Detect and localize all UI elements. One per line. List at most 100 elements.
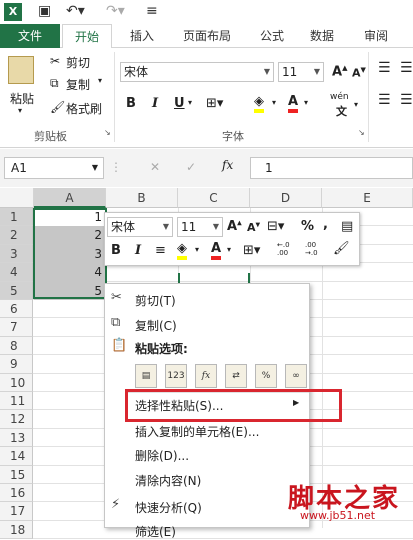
align-left-icon[interactable]: ☰ <box>378 92 391 108</box>
bold-button[interactable]: B <box>126 96 136 111</box>
customize-icon[interactable]: ≡ <box>146 3 158 19</box>
menu-item-delete[interactable]: 删除(D)... <box>135 447 189 464</box>
name-box[interactable]: A1 ▼ <box>4 157 104 179</box>
cut-button[interactable]: 剪切 <box>66 54 90 71</box>
row-header[interactable]: 6 <box>0 300 33 318</box>
mini-fill-dropdown-icon[interactable]: ▾ <box>195 245 199 254</box>
font-color-icon[interactable]: A <box>288 94 299 113</box>
align-center-icon[interactable]: ☰ <box>400 92 413 108</box>
mini-format-cells-icon[interactable]: ▤ <box>341 219 353 234</box>
format-painter-button[interactable]: 格式刷 <box>66 100 102 117</box>
menu-item-insert-copied-cells[interactable]: 插入复制的单元格(E)... <box>135 423 259 440</box>
menu-item-copy[interactable]: 复制(C) <box>135 317 177 334</box>
mini-font-color-icon[interactable]: A <box>211 241 222 260</box>
column-header-e[interactable]: E <box>322 188 413 208</box>
column-header-c[interactable]: C <box>178 188 250 208</box>
column-header-d[interactable]: D <box>250 188 322 208</box>
paste-transpose-icon[interactable]: ⇄ <box>225 364 247 388</box>
menu-item-clear-contents[interactable]: 清除内容(N) <box>135 472 201 489</box>
phonetic-icon[interactable]: wén <box>330 92 349 102</box>
more-options-icon[interactable]: ⋮ <box>110 160 122 174</box>
paste-icon[interactable] <box>8 56 34 84</box>
tab-insert[interactable]: 插入 <box>120 24 164 48</box>
menu-item-cut[interactable]: 剪切(T) <box>135 292 176 309</box>
column-header-b[interactable]: B <box>106 188 178 208</box>
select-all-corner[interactable] <box>0 188 34 208</box>
grow-font-icon[interactable]: A▲ <box>332 64 347 79</box>
fill-dropdown-icon[interactable]: ▾ <box>272 98 276 107</box>
row-header[interactable]: 4 <box>0 263 33 282</box>
row-header[interactable]: 13 <box>0 429 33 447</box>
save-icon[interactable]: ▣ <box>38 3 51 19</box>
row-header[interactable]: 11 <box>0 392 33 410</box>
row-header[interactable]: 17 <box>0 502 33 521</box>
column-header-a[interactable]: A <box>34 188 106 208</box>
tab-file[interactable]: 文件 <box>0 24 60 48</box>
mini-bold-button[interactable]: B <box>111 243 121 258</box>
mini-borders-icon[interactable]: ⊞▾ <box>243 243 260 258</box>
undo-icon[interactable]: ↶▾ <box>66 3 85 19</box>
clipboard-launcher-icon[interactable]: ↘ <box>104 128 111 137</box>
cancel-icon[interactable]: ✕ <box>150 160 160 174</box>
mini-size-combo[interactable]: 11 ▼ <box>177 217 223 237</box>
copy-button[interactable]: 复制 <box>66 76 90 93</box>
tab-data[interactable]: 数据 <box>302 24 342 48</box>
underline-button[interactable]: U <box>174 96 185 111</box>
tab-formulas[interactable]: 公式 <box>252 24 292 48</box>
tab-home[interactable]: 开始 <box>62 24 112 49</box>
row-header[interactable]: 8 <box>0 337 33 355</box>
font-color-dropdown-icon[interactable]: ▾ <box>304 98 308 107</box>
font-size-combo[interactable]: 11 ▼ <box>278 62 324 82</box>
shrink-font-icon[interactable]: A▼ <box>352 66 366 80</box>
mini-font-combo[interactable]: 宋体 ▼ <box>107 217 173 237</box>
row-header[interactable]: 12 <box>0 410 33 429</box>
italic-button[interactable]: I <box>152 96 158 111</box>
font-name-combo[interactable]: 宋体 ▼ <box>120 62 274 82</box>
menu-item-quick-analysis[interactable]: 快速分析(Q) <box>135 499 202 516</box>
row-header[interactable]: 9 <box>0 355 33 374</box>
align-top-icon[interactable]: ☰ <box>378 60 391 76</box>
paste-link-icon[interactable]: ∞ <box>285 364 307 388</box>
row-header[interactable]: 14 <box>0 447 33 466</box>
mini-shrink-font-icon[interactable]: A▼ <box>247 221 260 234</box>
mini-fill-color-icon[interactable]: ◈ <box>177 241 187 260</box>
paste-default-icon[interactable]: ▤ <box>135 364 157 388</box>
paste-dropdown-icon[interactable]: ▾ <box>18 106 22 115</box>
borders-icon[interactable]: ⊞▾ <box>206 96 223 111</box>
row-header[interactable]: 18 <box>0 521 33 539</box>
mini-center-icon[interactable]: ≡ <box>155 243 166 258</box>
paste-button[interactable]: 粘贴 <box>10 90 34 107</box>
insert-function-button[interactable]: fx <box>222 158 233 172</box>
paste-formatting-icon[interactable]: % <box>255 364 277 388</box>
tab-page-layout[interactable]: 页面布局 <box>172 24 242 48</box>
paste-values-icon[interactable]: 123 <box>165 364 187 388</box>
paste-formulas-icon[interactable]: fx <box>195 364 217 388</box>
formula-input[interactable]: 1 <box>250 157 413 179</box>
phonetic-dropdown-icon[interactable]: ▾ <box>354 100 358 109</box>
font-launcher-icon[interactable]: ↘ <box>358 128 365 137</box>
redo-icon[interactable]: ↷▾ <box>106 3 125 19</box>
mini-accounting-icon[interactable]: ⊟▾ <box>267 219 284 234</box>
enter-icon[interactable]: ✓ <box>186 160 196 174</box>
menu-item-filter[interactable]: 筛选(E) <box>135 523 176 540</box>
row-header[interactable]: 16 <box>0 484 33 502</box>
mini-comma-button[interactable]: , <box>323 217 328 232</box>
mini-format-painter-icon[interactable]: 🖌 <box>333 241 350 256</box>
mini-decrease-decimal-icon[interactable]: .00 →.0 <box>305 241 318 257</box>
fill-color-icon[interactable]: ◈ <box>254 94 264 113</box>
row-header[interactable]: 7 <box>0 318 33 337</box>
mini-percent-button[interactable]: % <box>301 219 314 234</box>
tab-review[interactable]: 审阅 <box>356 24 396 48</box>
underline-dropdown-icon[interactable]: ▾ <box>188 98 192 107</box>
mini-italic-button[interactable]: I <box>135 243 141 258</box>
align-middle-icon[interactable]: ☰ <box>400 60 413 76</box>
copy-dropdown-icon[interactable]: ▾ <box>98 76 102 85</box>
row-header[interactable]: 3 <box>0 245 33 263</box>
row-header[interactable]: 10 <box>0 374 33 392</box>
mini-increase-decimal-icon[interactable]: ←.0 .00 <box>277 241 290 257</box>
mini-grow-font-icon[interactable]: A▲ <box>227 219 242 234</box>
row-header[interactable]: 2 <box>0 226 33 245</box>
row-header[interactable]: 15 <box>0 466 33 484</box>
row-header[interactable]: 1 <box>0 208 33 226</box>
row-header[interactable]: 5 <box>0 282 33 300</box>
